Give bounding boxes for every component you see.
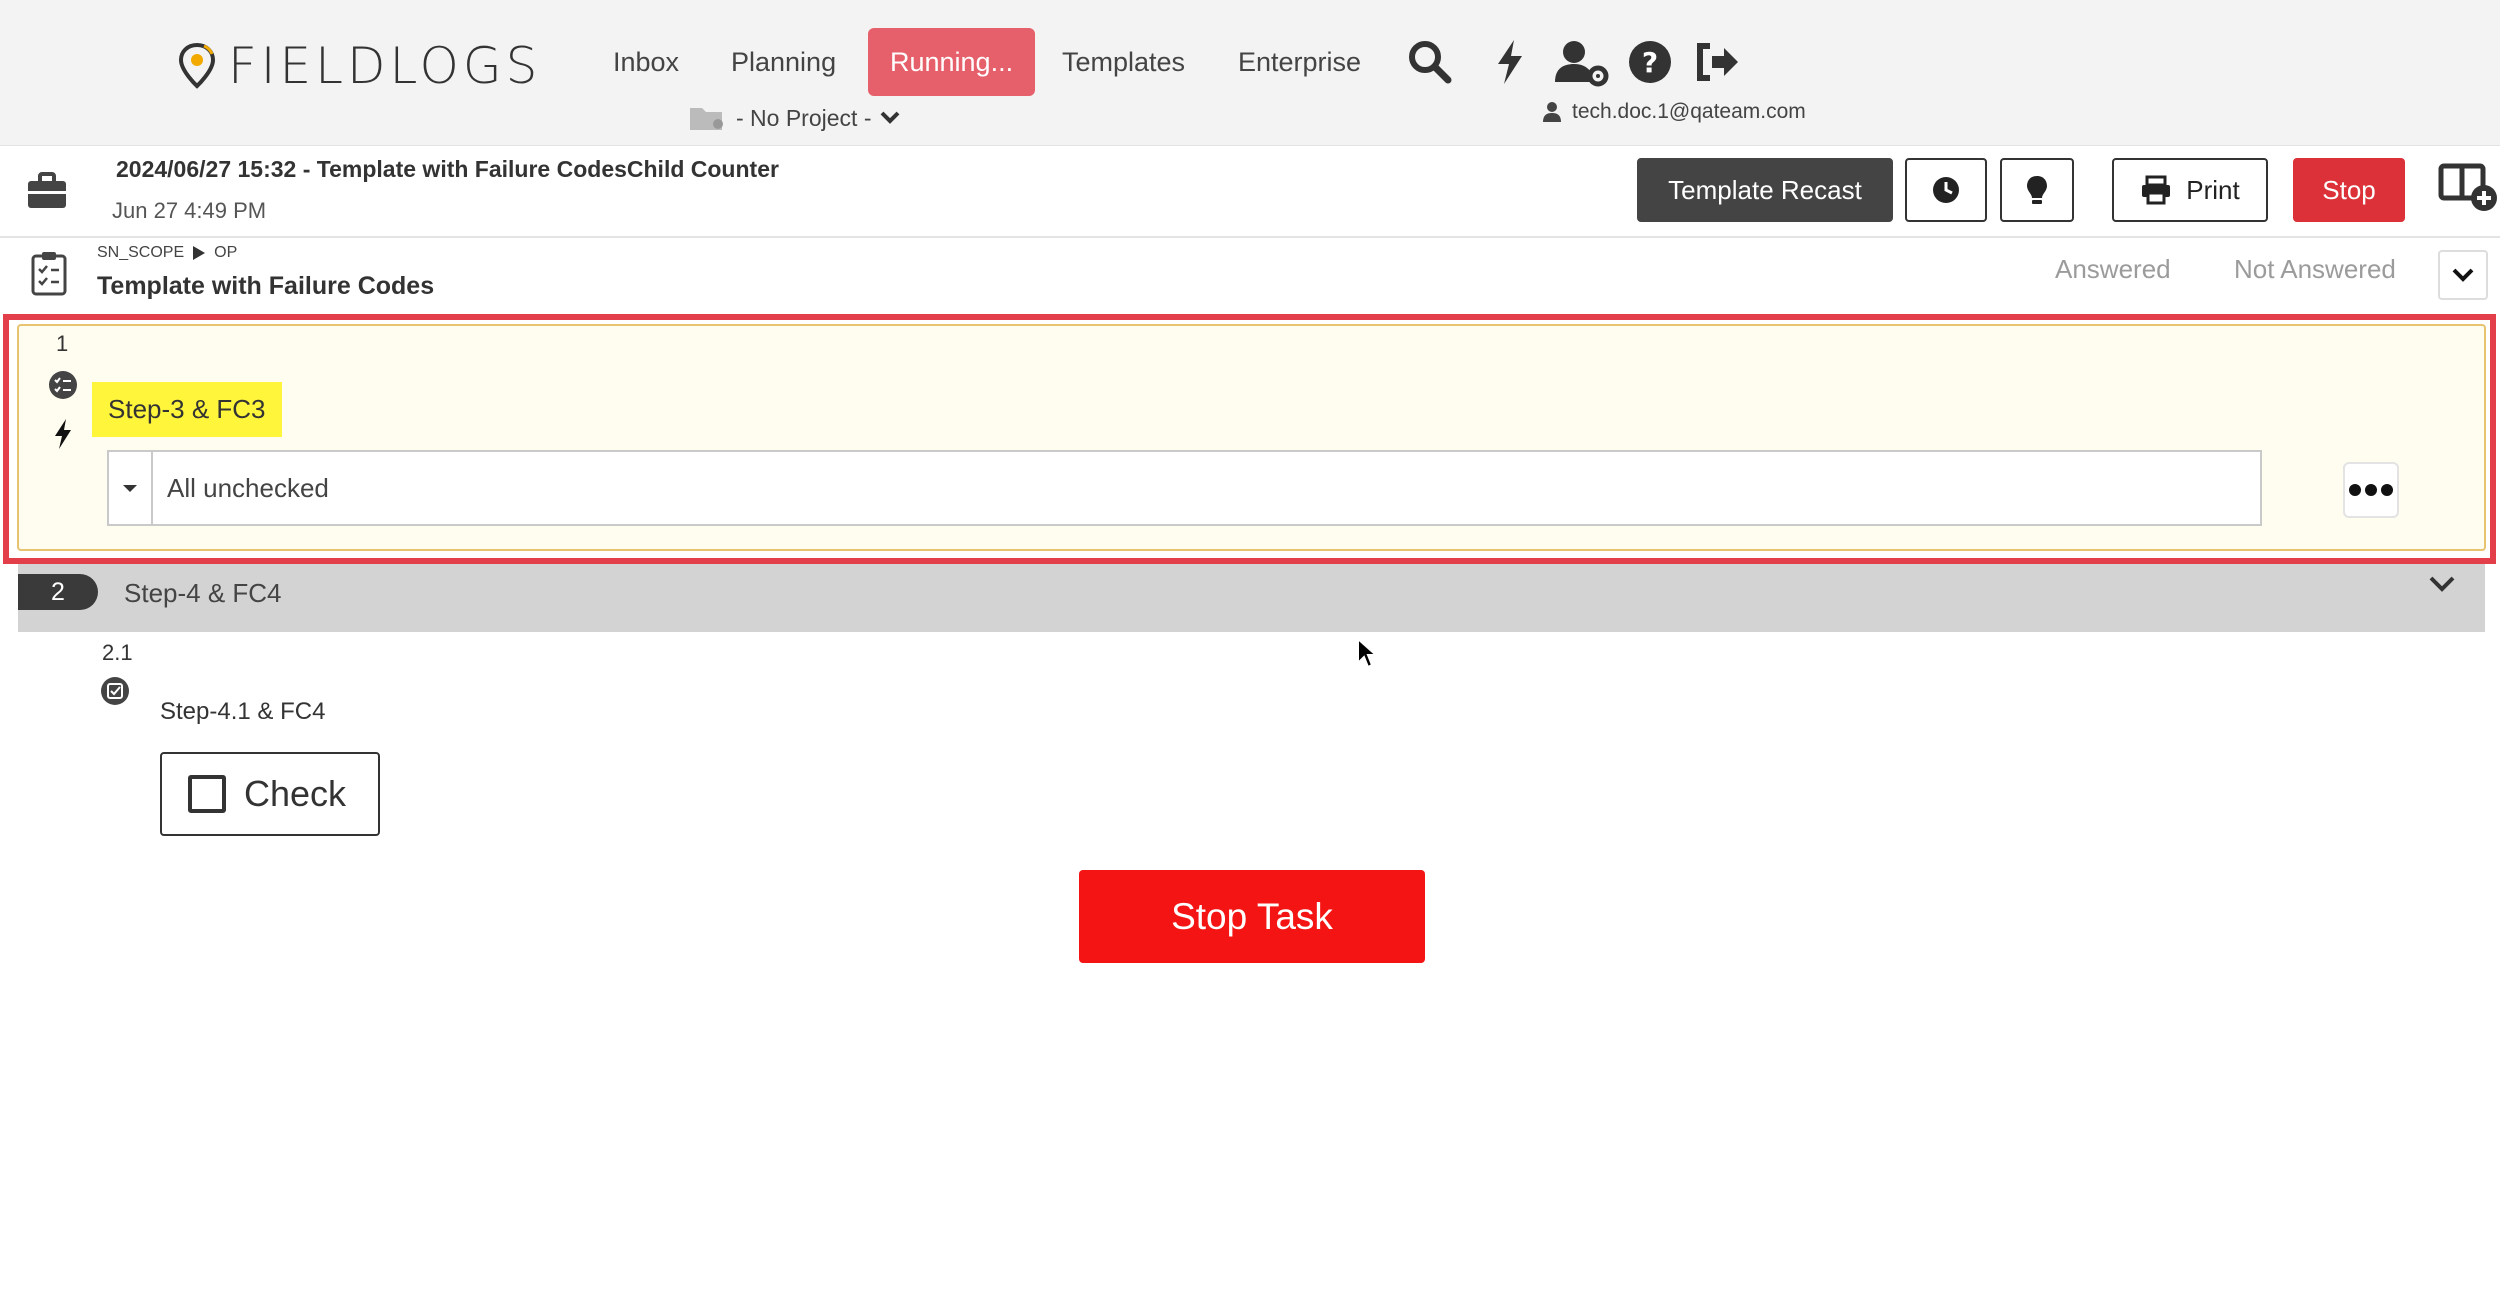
breadcrumb-item: OP [214,244,238,261]
history-button[interactable] [1905,158,1987,222]
fieldlogs-logo[interactable]: FIELDLOGS [178,36,541,96]
lightbulb-icon [2027,176,2047,204]
briefcase-icon [26,172,68,215]
nav-enterprise[interactable]: Enterprise [1216,28,1383,96]
printer-icon [2142,175,2171,205]
print-button[interactable]: Print [2112,158,2268,222]
project-selector[interactable]: - No Project - [688,104,901,132]
stop-task-button[interactable]: Stop Task [1079,870,1425,963]
print-label: Print [2186,174,2240,205]
filter-not-answered[interactable]: Not Answered [2234,254,2396,285]
more-options-button[interactable] [2343,462,2399,518]
checkbox-step-icon [100,676,130,711]
task-date: Jun 27 4:49 PM [112,198,267,223]
svg-text:?: ? [1642,46,1658,79]
user-email: tech.doc.1@qateam.com [1572,100,1806,123]
task-title: 2024/06/27 15:32 - Template with Failure… [116,156,779,182]
dot [2365,484,2377,496]
chevron-down-icon [881,111,900,124]
user-icon [1543,102,1561,122]
add-panel-icon[interactable] [2438,160,2500,217]
answer-select[interactable]: All unchecked [107,450,2262,526]
step-label: Step-3 & FC3 [92,382,282,437]
checkbox-label: Check [244,773,347,814]
logout-icon[interactable] [1692,36,1744,88]
nav-templates[interactable]: Templates [1040,28,1207,96]
checkbox-box [188,775,226,813]
step-group-header[interactable] [18,564,2485,632]
clock-icon [1933,177,1959,203]
breadcrumb-item: SN_SCOPE [97,244,185,261]
template-recast-button[interactable]: Template Recast [1637,158,1893,222]
step-label: Step-4.1 & FC4 [160,698,326,725]
stop-button[interactable]: Stop [2293,158,2405,222]
bolt-icon [52,418,74,455]
dot [2381,484,2393,496]
step-group-number: 2 [18,574,98,610]
step-group-label: Step-4 & FC4 [124,578,282,608]
location-pin-icon [178,42,216,89]
user-settings-icon[interactable] [1552,36,1612,88]
filter-answered[interactable]: Answered [2055,254,2171,285]
folder-icon [690,108,723,130]
chevron-down-icon [2452,268,2474,282]
search-icon[interactable] [1404,36,1456,88]
section-collapse-button[interactable] [2438,250,2488,300]
help-icon[interactable]: ? [1624,36,1676,88]
caret-down-icon [109,452,153,524]
nav-inbox[interactable]: Inbox [591,28,701,96]
chevron-down-icon[interactable] [2428,574,2456,599]
section-title: Template with Failure Codes [97,272,435,300]
nav-running[interactable]: Running... [868,28,1036,96]
play-icon [193,246,206,260]
hint-button[interactable] [2000,158,2074,222]
nav-planning[interactable]: Planning [709,28,858,96]
brand-name: FIELDLOGS [228,37,542,95]
answer-select-value: All unchecked [167,472,329,503]
checklist-icon [30,250,68,301]
project-label: - No Project - [736,104,872,131]
step-number: 1 [56,331,69,356]
current-user: tech.doc.1@qateam.com [1542,100,1806,124]
breadcrumb: SN_SCOPE OP [97,244,237,262]
check-checkbox[interactable]: Check [160,752,380,836]
bolt-icon[interactable] [1484,36,1536,88]
dot [2349,484,2361,496]
list-check-icon [48,370,78,405]
step-number: 2.1 [102,640,133,665]
mouse-cursor-icon [1356,636,1379,674]
